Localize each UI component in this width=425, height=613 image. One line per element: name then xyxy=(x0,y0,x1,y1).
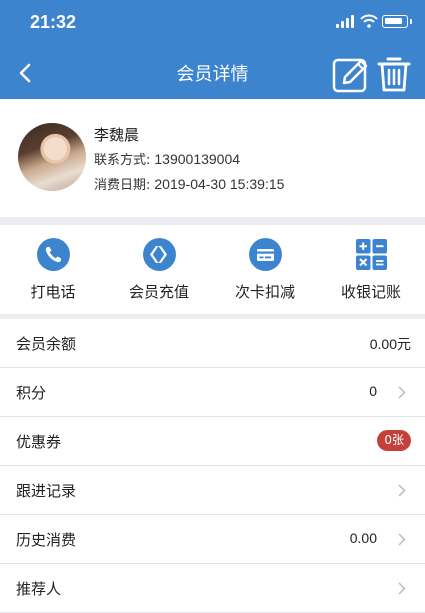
card-deduct-button[interactable]: 次卡扣减 xyxy=(212,225,318,314)
history-value: 0.00 xyxy=(349,530,377,546)
points-value: 0 xyxy=(369,383,377,399)
cashier-button[interactable]: 收银记账 xyxy=(318,225,424,314)
quick-actions: 打电话 会员充值 次卡扣减 收银记账 xyxy=(0,225,425,314)
signal-icon xyxy=(336,15,356,28)
row-label: 跟进记录 xyxy=(16,482,77,500)
action-label: 次卡扣减 xyxy=(234,283,295,301)
action-label: 收银记账 xyxy=(340,283,401,301)
calculator-icon xyxy=(356,239,387,270)
row-label: 会员余额 xyxy=(16,335,77,353)
member-profile-card: 李魏晨 联系方式: 13900139004 消费日期: 2019-04-30 15:… xyxy=(0,99,425,217)
status-bar: 21:32 xyxy=(0,0,425,44)
avatar xyxy=(18,123,86,191)
row-label: 优惠券 xyxy=(16,433,62,451)
row-coupons[interactable]: 优惠券 0张 xyxy=(0,417,425,466)
balance-value: 0.00元 xyxy=(369,336,411,352)
trash-icon[interactable] xyxy=(376,55,412,93)
action-label: 会员充值 xyxy=(128,283,189,301)
recharge-icon xyxy=(143,238,176,271)
member-info-list: 会员余额 0.00元 积分 0 优惠券 0张 跟进记录 历史消费 0.00 推荐… xyxy=(0,319,425,613)
date-label: 消费日期: xyxy=(94,178,151,193)
chevron-right-icon xyxy=(398,582,406,595)
member-name: 李魏晨 xyxy=(94,126,140,144)
row-label: 推荐人 xyxy=(16,580,62,598)
coupon-count-badge: 0张 xyxy=(377,430,411,451)
row-history[interactable]: 历史消费 0.00 xyxy=(0,515,425,564)
contact-label: 联系方式: xyxy=(94,153,151,168)
row-label: 积分 xyxy=(16,384,47,402)
contact-value: 13900139004 xyxy=(154,151,241,167)
member-contact: 联系方式: 13900139004 xyxy=(94,149,240,168)
battery-icon xyxy=(382,15,412,28)
call-button[interactable]: 打电话 xyxy=(0,225,106,314)
status-time: 21:32 xyxy=(30,12,77,32)
chevron-right-icon xyxy=(398,484,406,497)
card-deduct-icon xyxy=(249,238,282,271)
row-follow-up[interactable]: 跟进记录 xyxy=(0,466,425,515)
chevron-right-icon xyxy=(398,533,406,546)
phone-icon xyxy=(37,238,70,271)
date-value: 2019-04-30 15:39:15 xyxy=(154,176,285,192)
row-referrer[interactable]: 推荐人 xyxy=(0,564,425,613)
top-bar: 21:32 会员详情 xyxy=(0,0,425,99)
edit-icon[interactable] xyxy=(332,55,370,93)
row-label: 历史消费 xyxy=(16,531,77,549)
member-consume-date: 消费日期: 2019-04-30 15:39:15 xyxy=(94,174,284,193)
row-points[interactable]: 积分 0 xyxy=(0,368,425,417)
row-balance[interactable]: 会员余额 0.00元 xyxy=(0,319,425,368)
recharge-button[interactable]: 会员充值 xyxy=(106,225,212,314)
chevron-right-icon xyxy=(398,386,406,399)
action-label: 打电话 xyxy=(30,283,76,301)
wifi-icon xyxy=(360,14,378,28)
